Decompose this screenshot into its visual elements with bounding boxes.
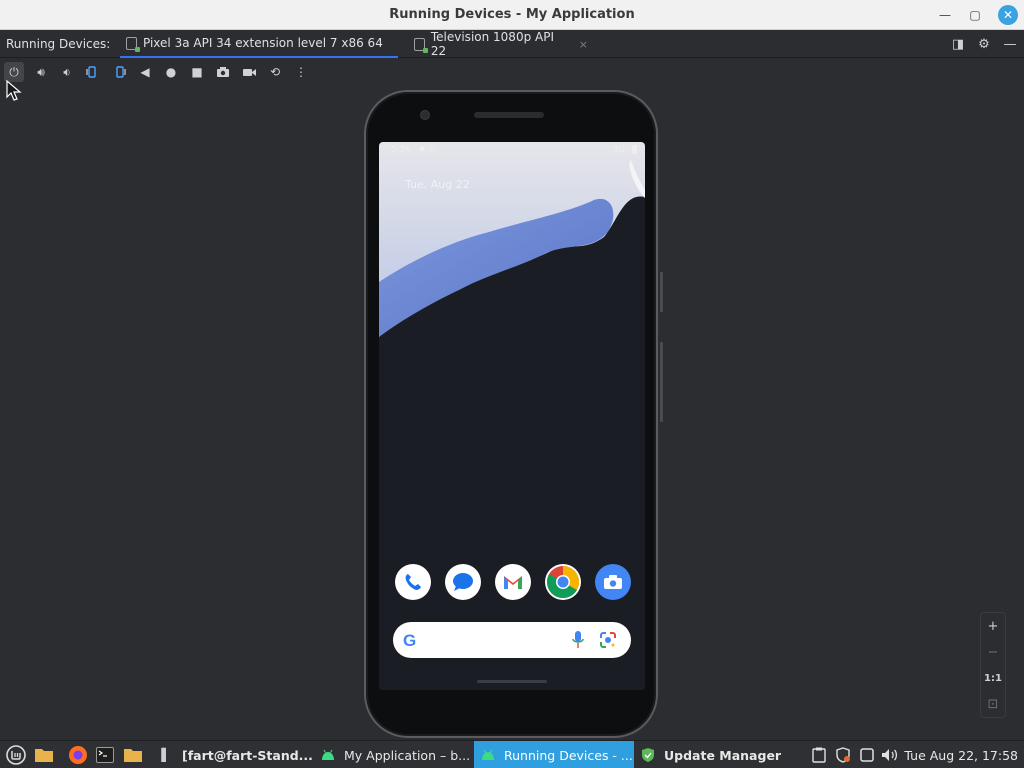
device-status-bar: 5:56 ▪ ◎ 3G	[379, 142, 645, 160]
tab-label: Pixel 3a API 34 extension level 7 x86 64	[143, 36, 383, 50]
taskbar-item-label: My Application – b...	[344, 747, 471, 763]
close-window-button[interactable]: ✕	[998, 5, 1018, 25]
terminal-icon[interactable]	[94, 744, 116, 766]
taskbar-item-terminal[interactable]: ▌ [fart@fart-Stand...	[152, 741, 314, 768]
fit-screen-button[interactable]: ⊡	[981, 691, 1005, 717]
zoom-controls: + − 1:1 ⊡	[980, 612, 1006, 718]
home-date[interactable]: Tue, Aug 22	[405, 178, 470, 191]
actual-size-button[interactable]: 1:1	[981, 665, 1005, 691]
mint-menu-icon[interactable]	[5, 744, 27, 766]
google-search-bar[interactable]: G	[393, 622, 631, 658]
device-volume-button[interactable]	[660, 342, 663, 422]
device-frame: 5:56 ▪ ◎ 3G Tue, Aug 22 G	[364, 90, 663, 738]
device-tray-icon[interactable]	[858, 746, 876, 764]
files-folder-icon[interactable]	[33, 744, 55, 766]
zoom-out-button[interactable]: −	[981, 639, 1005, 665]
android-icon	[320, 747, 336, 763]
window-titlebar: Running Devices - My Application — ▢ ✕	[0, 0, 1024, 30]
notification-icons: ▪ ◎	[419, 144, 436, 154]
update-shield-icon[interactable]	[834, 746, 852, 764]
running-devices-tabbar: Running Devices: Pixel 3a API 34 extensi…	[0, 30, 1024, 58]
hide-panel-icon[interactable]: —	[1002, 36, 1018, 52]
google-logo: G	[403, 631, 417, 650]
device-side-button[interactable]	[660, 272, 663, 312]
chrome-app-icon[interactable]	[545, 564, 581, 600]
emulator-toolbar: ⏻ 🔊︎ 🔉︎ ◀ ● ■ ⟲ ⋮	[0, 58, 1024, 86]
back-icon[interactable]: ◀	[135, 62, 155, 82]
taskbar-item-update-manager[interactable]: Update Manager	[634, 741, 794, 768]
wallpaper	[379, 142, 645, 690]
front-camera	[420, 110, 430, 120]
terminal-prompt-icon: ▌	[161, 748, 171, 762]
folder-icon[interactable]	[122, 744, 144, 766]
gear-icon[interactable]: ⚙	[976, 36, 992, 52]
system-clock[interactable]: Tue Aug 22, 17:58	[904, 748, 1018, 763]
volume-up-icon[interactable]: 🔊︎	[31, 62, 51, 82]
overview-icon[interactable]: ■	[187, 62, 207, 82]
minimize-button[interactable]: —	[936, 6, 954, 24]
taskbar-item-android-studio[interactable]: My Application – b...	[314, 741, 474, 768]
messages-app-icon[interactable]	[445, 564, 481, 600]
mouse-cursor-icon	[6, 80, 22, 101]
rotate-right-icon[interactable]	[109, 62, 129, 82]
power-icon[interactable]: ⏻	[4, 62, 24, 82]
google-lens-icon[interactable]	[599, 631, 617, 649]
firefox-icon[interactable]	[67, 744, 89, 766]
running-devices-label: Running Devices:	[6, 37, 111, 51]
device-icon	[414, 37, 428, 53]
clipboard-icon[interactable]	[810, 746, 828, 764]
zoom-in-button[interactable]: +	[981, 613, 1005, 639]
camera-app-icon[interactable]	[595, 564, 631, 600]
earpiece-speaker	[474, 112, 544, 118]
phone-app-icon[interactable]	[395, 564, 431, 600]
system-taskbar: ▌ [fart@fart-Stand... My Application – b…	[0, 740, 1024, 768]
maximize-button[interactable]: ▢	[966, 6, 984, 24]
volume-icon[interactable]	[881, 746, 899, 764]
volume-down-icon[interactable]: 🔉︎	[57, 62, 77, 82]
more-options-icon[interactable]: ⋮	[291, 62, 311, 82]
battery-icon	[632, 145, 637, 154]
android-icon	[480, 747, 496, 763]
taskbar-item-label: Update Manager	[664, 747, 782, 763]
home-dock	[395, 564, 631, 600]
reset-history-icon[interactable]: ⟲	[265, 62, 285, 82]
device-screen[interactable]: 5:56 ▪ ◎ 3G Tue, Aug 22 G	[379, 142, 645, 690]
taskbar-item-label: Running Devices - ...	[504, 747, 633, 763]
microphone-icon[interactable]	[571, 630, 585, 650]
close-tab-icon[interactable]: ×	[579, 38, 588, 51]
gmail-app-icon[interactable]	[495, 564, 531, 600]
taskbar-item-label: [fart@fart-Stand...	[182, 747, 313, 763]
status-time: 5:56	[391, 145, 412, 155]
screenshot-camera-icon[interactable]	[213, 62, 233, 82]
screen-record-icon[interactable]	[239, 62, 259, 82]
rotate-left-icon[interactable]	[83, 62, 103, 82]
device-icon	[126, 36, 140, 52]
shield-icon	[640, 747, 656, 763]
window-title: Running Devices - My Application	[389, 7, 635, 22]
tab-pixel-3a[interactable]: Pixel 3a API 34 extension level 7 x86 64	[120, 30, 398, 58]
taskbar-item-running-devices[interactable]: Running Devices - ...	[474, 741, 634, 768]
gesture-nav-bar[interactable]	[477, 680, 547, 683]
status-network: 3G	[612, 145, 625, 155]
tab-television-1080p[interactable]: Television 1080p API 22 ×	[408, 30, 594, 58]
home-icon[interactable]: ●	[161, 62, 181, 82]
layout-toggle-icon[interactable]: ◨	[950, 36, 966, 52]
tab-label: Television 1080p API 22	[430, 30, 554, 58]
